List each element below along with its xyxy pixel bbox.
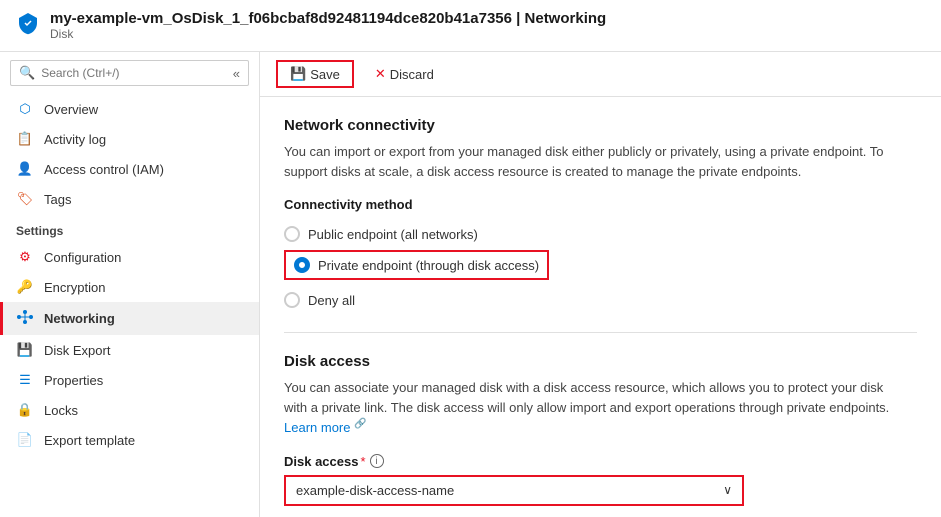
radio-deny-all[interactable]: Deny all <box>284 288 917 312</box>
sidebar-item-encryption[interactable]: 🔑 Encryption <box>0 272 259 302</box>
sidebar-item-label: Encryption <box>44 280 105 295</box>
collapse-icon[interactable]: « <box>233 66 240 81</box>
discard-button[interactable]: ✕ Discard <box>362 61 447 87</box>
overview-icon: ⬡ <box>16 101 34 117</box>
radio-private-circle <box>294 257 310 273</box>
sidebar-item-configuration[interactable]: ⚙ Configuration <box>0 242 259 272</box>
sidebar-item-label: Export template <box>44 433 135 448</box>
sidebar-item-label: Configuration <box>44 250 121 265</box>
connectivity-method-label: Connectivity method <box>284 197 917 212</box>
locks-icon: 🔒 <box>16 402 34 418</box>
network-connectivity-description: You can import or export from your manag… <box>284 142 904 181</box>
radio-deny-circle <box>284 292 300 308</box>
resource-icon <box>16 11 40 41</box>
search-input[interactable] <box>41 66 181 80</box>
disk-access-description: You can associate your managed disk with… <box>284 378 904 438</box>
info-icon[interactable]: i <box>370 454 384 468</box>
disk-access-label: Disk access <box>284 454 358 469</box>
network-connectivity-title: Network connectivity <box>284 117 917 134</box>
learn-more-link[interactable]: Learn more 🔗 <box>284 420 367 435</box>
disk-access-field-header: Disk access * i <box>284 454 917 469</box>
resource-type: Disk <box>50 27 606 41</box>
radio-public-circle <box>284 226 300 242</box>
sidebar-item-disk-export[interactable]: 💾 Disk Export <box>0 335 259 365</box>
sidebar-item-label: Locks <box>44 403 78 418</box>
export-template-icon: 📄 <box>16 432 34 448</box>
sidebar-item-tags[interactable]: 🏷 Tags <box>0 184 259 214</box>
sidebar-item-label: Disk Export <box>44 343 110 358</box>
body-container: 🔍 « ⬡ Overview 📋 Activity log 👤 Access c… <box>0 52 941 517</box>
sidebar-item-overview[interactable]: ⬡ Overview <box>0 94 259 124</box>
external-link-icon: 🔗 <box>354 419 366 430</box>
discard-label: Discard <box>390 67 434 82</box>
sidebar: 🔍 « ⬡ Overview 📋 Activity log 👤 Access c… <box>0 52 260 517</box>
sidebar-item-locks[interactable]: 🔒 Locks <box>0 395 259 425</box>
main-content: 💾 Save ✕ Discard Network connectivity Yo… <box>260 52 941 517</box>
radio-deny-label: Deny all <box>308 293 355 308</box>
sidebar-item-activity-log[interactable]: 📋 Activity log <box>0 124 259 154</box>
disk-access-title: Disk access <box>284 353 917 370</box>
network-connectivity-section: Network connectivity You can import or e… <box>284 117 917 312</box>
properties-icon: ☰ <box>16 372 34 388</box>
sidebar-item-label: Networking <box>44 311 115 326</box>
networking-icon <box>16 309 34 328</box>
disk-access-section: Disk access You can associate your manag… <box>284 353 917 506</box>
disk-access-value: example-disk-access-name <box>296 483 454 498</box>
disk-access-dropdown[interactable]: example-disk-access-name ∨ <box>284 475 744 506</box>
tags-icon: 🏷 <box>16 191 34 207</box>
page-title: my-example-vm_OsDisk_1_f06bcbaf8d9248119… <box>50 10 606 27</box>
radio-private-label: Private endpoint (through disk access) <box>318 258 539 273</box>
sidebar-item-label: Activity log <box>44 132 106 147</box>
sidebar-item-label: Overview <box>44 102 98 117</box>
save-button[interactable]: 💾 Save <box>276 60 354 88</box>
dropdown-arrow-icon: ∨ <box>723 483 732 497</box>
radio-public-label: Public endpoint (all networks) <box>308 227 478 242</box>
search-icon: 🔍 <box>19 65 35 81</box>
encryption-icon: 🔑 <box>16 279 34 295</box>
connectivity-radio-group: Public endpoint (all networks) Private e… <box>284 222 917 312</box>
disk-export-icon: 💾 <box>16 342 34 358</box>
sidebar-item-networking[interactable]: Networking <box>0 302 259 335</box>
activity-log-icon: 📋 <box>16 131 34 147</box>
save-label: Save <box>310 67 340 82</box>
save-icon: 💾 <box>290 66 306 82</box>
required-indicator: * <box>360 454 365 469</box>
toolbar: 💾 Save ✕ Discard <box>260 52 941 97</box>
sidebar-item-export-template[interactable]: 📄 Export template <box>0 425 259 455</box>
search-container: 🔍 « <box>10 60 249 86</box>
sidebar-item-label: Tags <box>44 192 71 207</box>
section-divider <box>284 332 917 333</box>
iam-icon: 👤 <box>16 161 34 177</box>
sidebar-item-iam[interactable]: 👤 Access control (IAM) <box>0 154 259 184</box>
settings-section-label: Settings <box>0 214 259 242</box>
radio-public-endpoint[interactable]: Public endpoint (all networks) <box>284 222 917 246</box>
sidebar-item-properties[interactable]: ☰ Properties <box>0 365 259 395</box>
discard-icon: ✕ <box>375 66 386 82</box>
radio-private-endpoint[interactable]: Private endpoint (through disk access) <box>284 250 549 280</box>
sidebar-item-label: Access control (IAM) <box>44 162 164 177</box>
page-header: my-example-vm_OsDisk_1_f06bcbaf8d9248119… <box>0 0 941 52</box>
content-area: Network connectivity You can import or e… <box>260 97 941 517</box>
sidebar-item-label: Properties <box>44 373 103 388</box>
configuration-icon: ⚙ <box>16 249 34 265</box>
